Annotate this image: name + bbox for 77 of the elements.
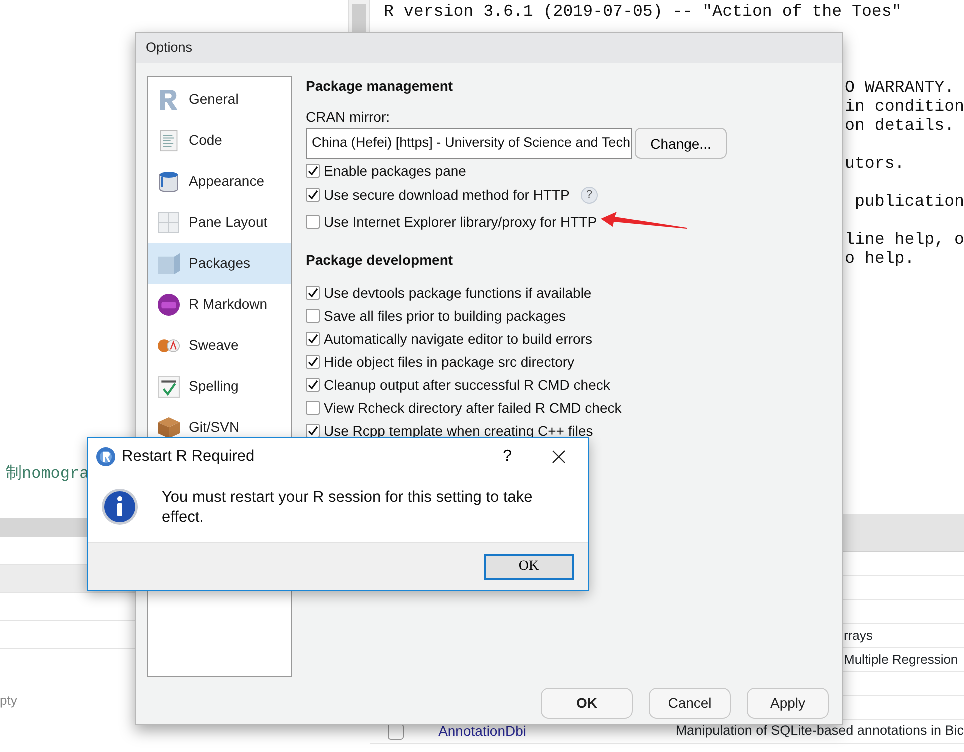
help-button[interactable]: ? (503, 445, 512, 469)
section-heading: Package development (306, 251, 454, 270)
info-icon (101, 488, 139, 526)
empty-note: pty (0, 692, 18, 710)
crate-icon (158, 416, 180, 438)
section-heading: Package management (306, 77, 454, 96)
help-button[interactable]: ? (580, 186, 598, 204)
category-item[interactable]: General (148, 79, 291, 120)
r-logo-icon (96, 447, 116, 467)
console-line: o help. (845, 249, 915, 268)
console-line: line help, o (845, 230, 964, 249)
pane-layout-icon (158, 212, 180, 234)
mirror-field[interactable]: China (Hefei) [https] - University of Science and Tech (306, 128, 632, 159)
checkbox[interactable] (306, 424, 320, 438)
checkbox-label: Enable packages pane (324, 162, 466, 181)
spelling-check-icon (158, 376, 180, 398)
dialog-message: You must restart your R session for this setting to take effect. (162, 488, 534, 528)
checkbox[interactable] (306, 188, 320, 202)
package-description: Manipulation of SQLite-based annotations in Bic (676, 722, 964, 740)
category-label: General (189, 90, 239, 109)
checkbox-label: Use Internet Explorer library/proxy for HTTP (324, 212, 598, 232)
r-logo-icon (158, 88, 180, 110)
checkbox-label: Automatically navigate editor to build errors (324, 330, 592, 348)
console-line: O WARRANTY. (845, 78, 955, 97)
paint-bucket-icon (158, 170, 180, 192)
dialog-button[interactable]: Cancel (649, 688, 731, 719)
category-item[interactable]: Code (148, 120, 291, 161)
console-line: utors. (845, 154, 905, 173)
category-label: Sweave (189, 336, 239, 355)
checkbox[interactable] (306, 378, 320, 392)
window-title: Options (136, 33, 842, 63)
console-line: R version 3.6.1 (2019-07-05) -- "Action of the Toes" (384, 2, 902, 21)
console-line: on details. (845, 116, 955, 135)
console-line: publication (854, 192, 964, 211)
checkbox-label: Hide object files in package src directory (324, 352, 575, 372)
category-item[interactable]: Spelling (148, 366, 291, 407)
checkbox[interactable] (306, 354, 320, 368)
code-text: 制nomogra (6, 464, 90, 485)
category-item[interactable]: Appearance (148, 161, 291, 202)
package-description: Multiple Regression (844, 650, 958, 669)
category-label: Git/SVN (189, 418, 240, 437)
category-item[interactable]: Git/SVN (148, 407, 291, 448)
category-label: R Markdown (189, 295, 268, 314)
category-label: Appearance (189, 172, 265, 191)
ok-button[interactable]: OK (484, 554, 574, 580)
category-label: Code (189, 131, 222, 150)
category-item[interactable]: R Markdown (148, 284, 291, 325)
document-icon (158, 130, 180, 152)
checkbox[interactable] (306, 308, 320, 322)
rmd-icon (158, 294, 180, 316)
package-link[interactable]: AnnotationDbi (438, 721, 676, 742)
checkbox-label: Use secure download method for HTTP (324, 186, 570, 205)
category-label: Packages (189, 254, 250, 273)
checkbox-label: Use devtools package functions if available (324, 284, 592, 302)
category-label: Spelling (189, 377, 239, 396)
package-description: rrays (844, 626, 873, 645)
change-button[interactable]: Change... (635, 128, 727, 159)
checkbox-label: Cleanup output after successful R CMD check (324, 376, 610, 394)
dialog-button[interactable]: Apply (747, 688, 829, 719)
category-label: Pane Layout (189, 213, 268, 232)
checkbox-label: Use Rcpp template when creating C++ files (324, 422, 594, 440)
close-icon[interactable] (552, 450, 566, 464)
box-icon (158, 252, 180, 274)
category-item[interactable]: Packages (148, 243, 291, 284)
checkbox-label: Save all files prior to building packages (324, 306, 566, 326)
category-item[interactable]: Sweave (148, 325, 291, 366)
checkbox-label: View Rcheck directory after failed R CMD check (324, 398, 622, 418)
checkbox[interactable] (306, 400, 320, 414)
dialog-title: Restart R Required (122, 447, 255, 468)
dialog-button[interactable]: OK (541, 688, 633, 719)
checkbox[interactable] (306, 164, 320, 178)
checkbox[interactable] (306, 332, 320, 346)
console-line: in condition (845, 97, 964, 116)
checkbox[interactable] (306, 286, 320, 300)
field-label: CRAN mirror: (306, 108, 391, 127)
category-item[interactable]: Pane Layout (148, 202, 291, 243)
checkbox[interactable] (306, 214, 320, 228)
